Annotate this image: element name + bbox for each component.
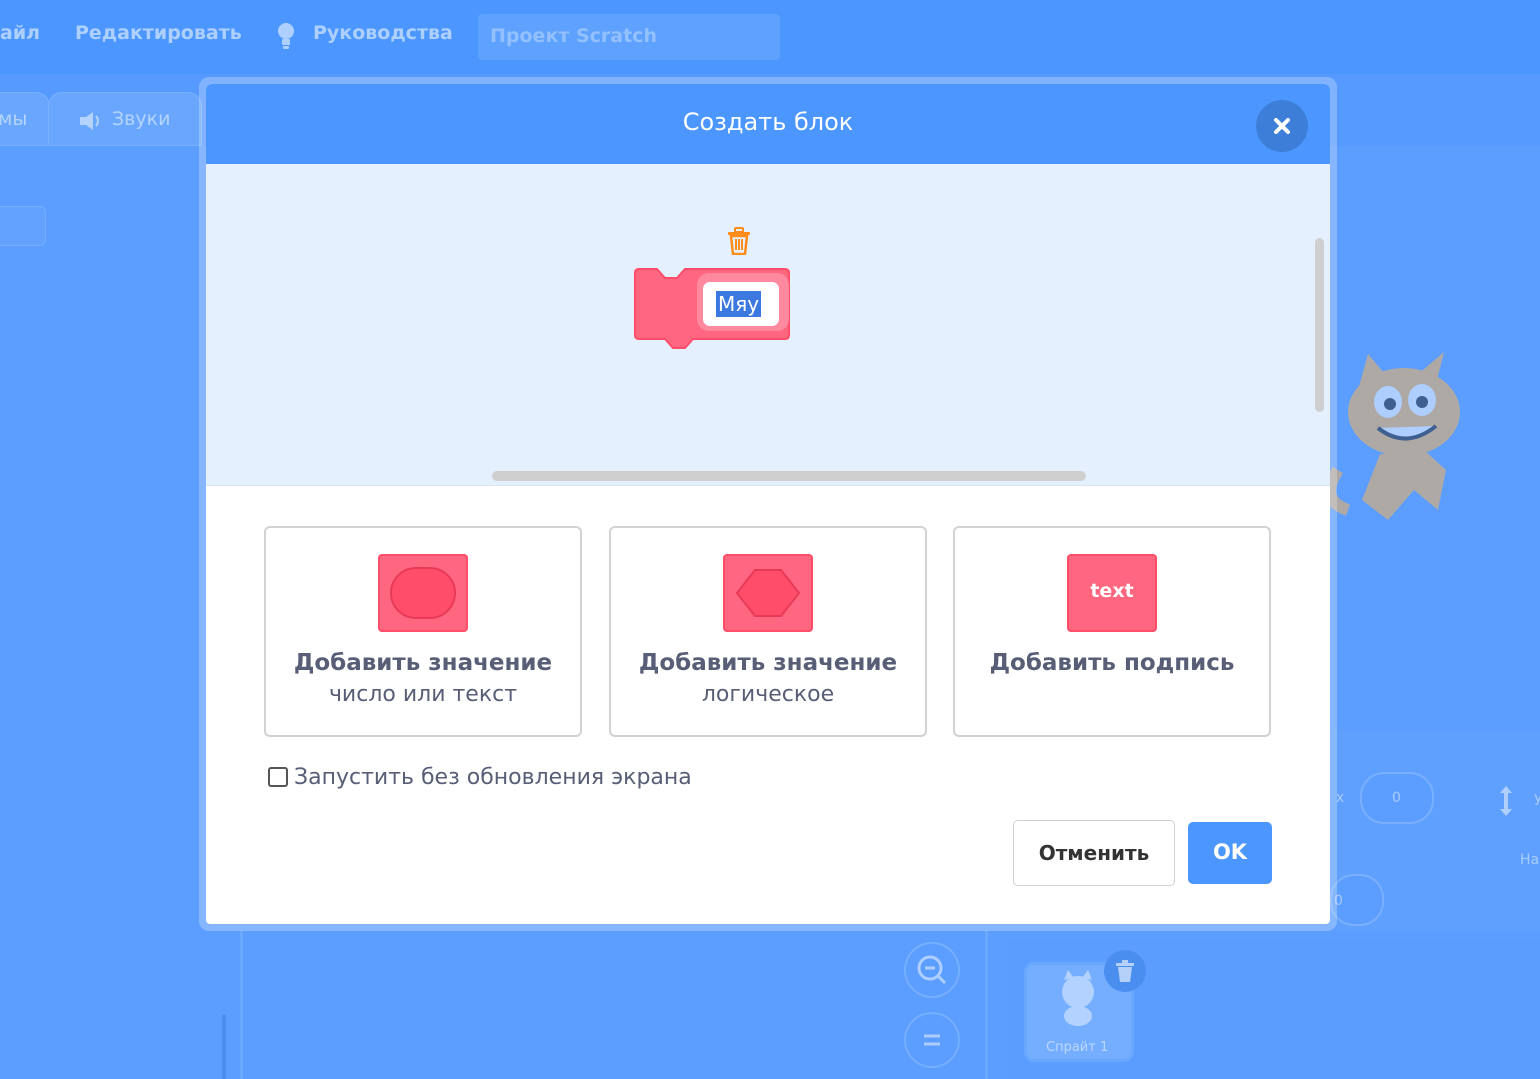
option-title: Добавить значение (293, 650, 553, 676)
zoom-in-icon (917, 955, 947, 985)
label-swatch-text: text (1090, 580, 1134, 602)
modal-title: Создать блок (682, 108, 854, 136)
vertical-arrows-icon (1500, 786, 1512, 816)
tab-costumes-label: мы (0, 108, 28, 130)
cancel-button[interactable]: Отменить (1013, 820, 1175, 886)
sprite-size-label: На (1520, 852, 1540, 868)
sprite-y-label: y (1534, 790, 1540, 806)
horizontal-scrollbar[interactable] (492, 471, 1086, 481)
trash-icon[interactable] (726, 227, 752, 255)
option-title: Добавить подпись (989, 650, 1235, 676)
palette-scrollbar[interactable] (222, 1015, 226, 1079)
run-without-refresh-label[interactable]: Запустить без обновления экрана (294, 765, 692, 790)
lightbulb-icon (278, 23, 294, 49)
option-subtitle: число или текст (328, 682, 518, 707)
cancel-button-label: Отменить (1038, 841, 1150, 865)
menu-bar: айл Редактировать Руководства Проект Scr… (0, 0, 1540, 74)
option-subtitle: логическое (701, 682, 835, 707)
project-title-input[interactable]: Проект Scratch (478, 14, 780, 60)
block-name-input[interactable]: Мяу (703, 282, 779, 326)
menu-file[interactable]: айл (0, 22, 40, 44)
ok-button-label: OK (1212, 840, 1248, 864)
stage-divider (985, 930, 988, 1079)
trash-icon (1116, 960, 1134, 982)
menu-edit[interactable]: Редактировать (75, 22, 242, 44)
sprite-x-label: x (1336, 790, 1345, 806)
sprite-x-value: 0 (1392, 790, 1401, 806)
project-title-text: Проект Scratch (490, 25, 657, 47)
modal-header: Создать блок (206, 84, 1330, 164)
reporter-shape-icon (378, 554, 468, 632)
sprite-delete-button[interactable] (1104, 950, 1146, 992)
stage-cat-sprite (1324, 352, 1460, 520)
menu-tutorials[interactable]: Руководства (313, 22, 453, 44)
zoom-reset-icon (924, 1034, 940, 1046)
vertical-scrollbar[interactable] (1315, 238, 1324, 412)
block-name-text: Мяу (716, 291, 762, 317)
speaker-icon (80, 112, 99, 130)
palette-search[interactable] (0, 206, 46, 246)
add-label-button[interactable]: text Добавить подпись (953, 526, 1271, 737)
tab-sounds-label: Звуки (112, 108, 171, 130)
zoom-in-button[interactable] (904, 942, 960, 998)
run-without-refresh-checkbox[interactable] (268, 767, 288, 787)
option-title: Добавить значение (638, 650, 898, 676)
add-input-number-text-button[interactable]: Добавить значение число или текст (264, 526, 582, 737)
boolean-shape-icon (723, 554, 813, 632)
add-input-boolean-button[interactable]: Добавить значение логическое (609, 526, 927, 737)
close-icon (1274, 118, 1290, 134)
zoom-reset-button[interactable] (904, 1012, 960, 1068)
sprite-cat-icon (1062, 970, 1094, 1026)
custom-block-dialog: Создать блок Мяу Добавить значение число… (206, 84, 1330, 924)
close-button[interactable] (1256, 100, 1308, 152)
palette-divider (240, 930, 243, 1079)
label-text-icon: text (1067, 554, 1157, 632)
sprite-name: Спрайт 1 (1046, 1040, 1109, 1055)
ok-button[interactable]: OK (1188, 822, 1272, 884)
